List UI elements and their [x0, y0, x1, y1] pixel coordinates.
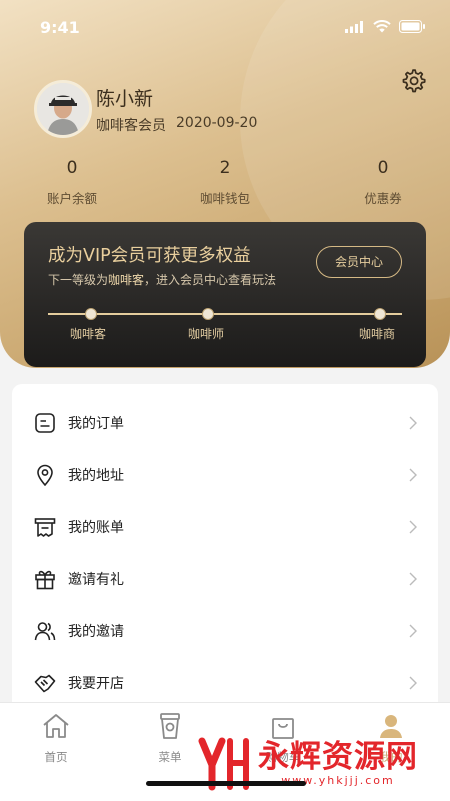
chevron-right-icon [409, 520, 417, 534]
stat-wallet[interactable]: 2 咖啡钱包 [165, 158, 285, 207]
stat-balance[interactable]: 0 账户余额 [12, 158, 132, 207]
status-time: 9:41 [40, 18, 80, 37]
chevron-right-icon [409, 416, 417, 430]
level-node [85, 308, 97, 320]
location-icon [37, 464, 53, 486]
battery-icon [399, 20, 425, 33]
level-node [374, 308, 386, 320]
vip-next-level: 咖啡客 [108, 273, 145, 287]
vip-subtitle: 下一等级为咖啡客，进入会员中心查看玩法 [48, 271, 276, 288]
vip-sub-suffix: ，进入会员中心查看玩法 [144, 273, 277, 287]
level-progress-track [48, 313, 402, 315]
menu-item-my-invites[interactable]: 我的邀请 [12, 606, 438, 658]
vip-card: 成为VIP会员可获更多权益 下一等级为咖啡客，进入会员中心查看玩法 会员中心 咖… [24, 222, 426, 367]
menu-item-label: 我的账单 [68, 520, 124, 536]
tab-label: 菜单 [158, 750, 182, 764]
level-label: 咖啡商 [359, 327, 396, 341]
menu-item-bills[interactable]: 我的账单 [12, 502, 438, 554]
invite-icon [34, 622, 56, 641]
user-name: 陈小新 [96, 88, 154, 110]
tab-menu[interactable]: 菜单 [135, 711, 205, 765]
stat-label: 账户余额 [46, 191, 97, 206]
avatar[interactable] [34, 80, 92, 138]
stat-value: 0 [377, 158, 389, 178]
stat-label: 优惠券 [364, 191, 402, 206]
menu-list: 我的订单 我的地址 我的账单 邀请有礼 我的邀请 我要开店 [12, 384, 438, 714]
menu-item-label: 我的邀请 [68, 624, 124, 640]
stat-value: 2 [219, 158, 231, 178]
vip-title: 成为VIP会员可获更多权益 [48, 246, 251, 266]
vip-sub-prefix: 下一等级为 [48, 273, 109, 287]
avatar-photo [37, 83, 89, 135]
signal-icon [345, 20, 363, 33]
bill-icon [34, 518, 56, 537]
cup-icon [160, 713, 180, 739]
handshake-icon [34, 674, 56, 693]
watermark-text-block: 永辉资源网 www.yhkjjj.com [258, 740, 418, 787]
menu-item-invite-gift[interactable]: 邀请有礼 [12, 554, 438, 606]
stat-label: 咖啡钱包 [199, 191, 250, 206]
membership-level: 咖啡客会员 [96, 118, 166, 134]
menu-item-label: 邀请有礼 [68, 572, 124, 588]
menu-item-orders[interactable]: 我的订单 [12, 398, 438, 450]
home-icon [43, 714, 69, 738]
user-meta: 咖啡客会员 2020-09-20 [96, 115, 257, 135]
join-date: 2020-09-20 [176, 115, 258, 131]
tab-label: 首页 [44, 750, 68, 764]
member-center-button[interactable]: 会员中心 [316, 246, 402, 278]
status-icons [345, 20, 426, 33]
watermark-title: 永辉资源网 [258, 738, 418, 775]
order-icon [35, 413, 55, 433]
stat-value: 0 [66, 158, 78, 178]
chevron-right-icon [409, 468, 417, 482]
status-bar: 9:41 [0, 0, 450, 56]
chevron-right-icon [409, 572, 417, 586]
stat-coupons[interactable]: 0 优惠券 [323, 158, 443, 207]
chevron-right-icon [409, 624, 417, 638]
account-stats: 0 账户余额 2 咖啡钱包 0 优惠券 [0, 158, 450, 210]
chevron-right-icon [409, 676, 417, 690]
menu-item-label: 我要开店 [68, 676, 124, 692]
level-node [202, 308, 214, 320]
menu-item-address[interactable]: 我的地址 [12, 450, 438, 502]
menu-item-label: 我的地址 [68, 468, 124, 484]
gift-icon [35, 570, 55, 590]
level-label: 咖啡客 [70, 327, 107, 341]
tab-home[interactable]: 首页 [21, 711, 91, 765]
gear-icon[interactable] [400, 68, 426, 94]
menu-item-label: 我的订单 [68, 416, 124, 432]
wifi-icon [373, 20, 391, 33]
level-label: 咖啡师 [188, 327, 225, 341]
home-indicator[interactable] [146, 781, 306, 786]
